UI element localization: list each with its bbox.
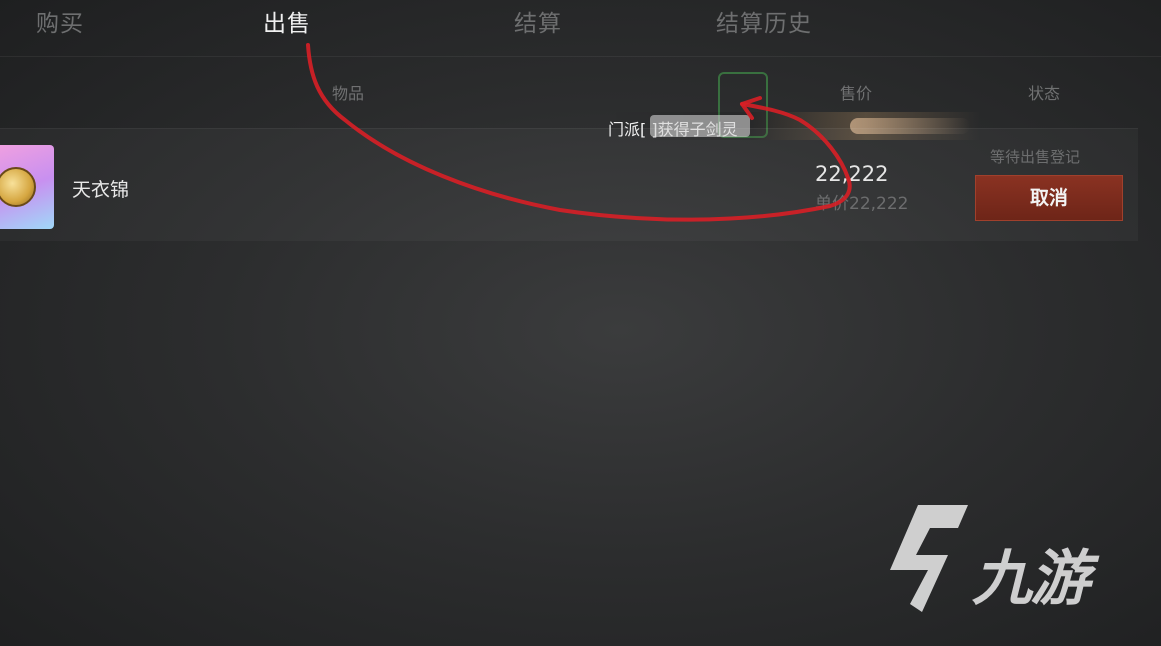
item-icon-frame[interactable] [0, 145, 54, 229]
tab-bar: 购买 出售 结算 结算历史 [0, 0, 1161, 57]
listing-status: 等待出售登记 [990, 148, 1081, 166]
watermark-text: 九游 [972, 544, 1090, 614]
listing-row: 天衣锦 22,222 单价22,222 等待出售登记 取消 [0, 128, 1138, 241]
sale-price: 22,222 [815, 162, 889, 186]
column-header-price: 售价 [840, 84, 873, 103]
tab-settle[interactable]: 结算 [514, 4, 562, 38]
tab-buy[interactable]: 购买 [36, 4, 84, 38]
jiuyou-watermark: 九游 [888, 500, 1128, 615]
tab-settle-history[interactable]: 结算历史 [716, 4, 812, 38]
unit-price: 单价22,222 [815, 194, 909, 214]
cancel-button[interactable]: 取消 [975, 175, 1123, 221]
item-name: 天衣锦 [72, 179, 130, 201]
coin-icon [0, 167, 36, 207]
column-header-item: 物品 [332, 84, 365, 103]
column-header-status: 状态 [1028, 84, 1061, 103]
jiuyou-logo-icon [890, 505, 968, 612]
tab-sell[interactable]: 出售 [263, 4, 311, 38]
